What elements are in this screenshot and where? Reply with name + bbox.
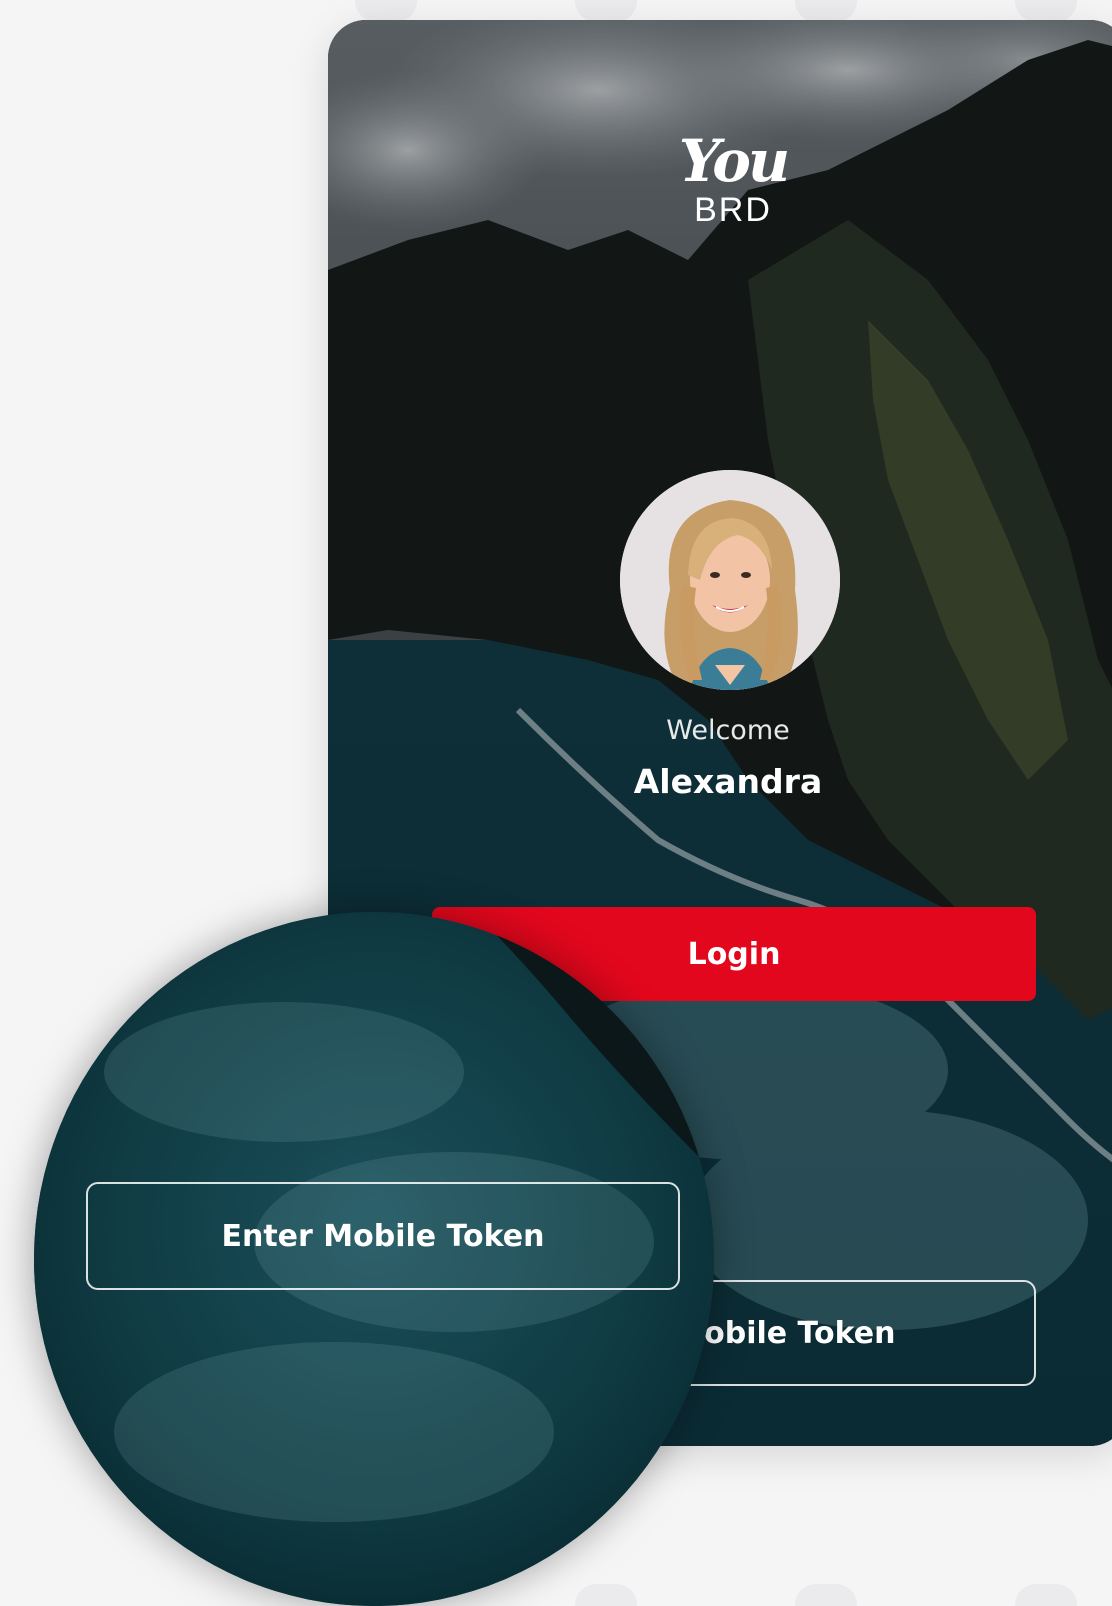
logo-brd-text: BRD [694, 191, 772, 229]
canvas: You BRD Welcome Alexandra Login Enter Mo… [0, 0, 1112, 1606]
brand-logo: You BRD [658, 130, 808, 228]
avatar-photo-icon [620, 470, 840, 690]
bg-decoration [1015, 0, 1077, 22]
magnified-mobile-token-button[interactable]: Enter Mobile Token [86, 1182, 680, 1290]
avatar [620, 470, 840, 690]
bg-decoration [1015, 1584, 1077, 1606]
bg-decoration [575, 0, 637, 22]
bg-decoration [795, 0, 857, 22]
bg-decoration [355, 0, 417, 22]
logo-you-text: You [678, 127, 790, 195]
welcome-text: Welcome [666, 715, 790, 746]
bg-decoration [795, 1584, 857, 1606]
user-name: Alexandra [633, 762, 823, 801]
magnifier-callout: Enter Mobile Token [34, 912, 714, 1606]
